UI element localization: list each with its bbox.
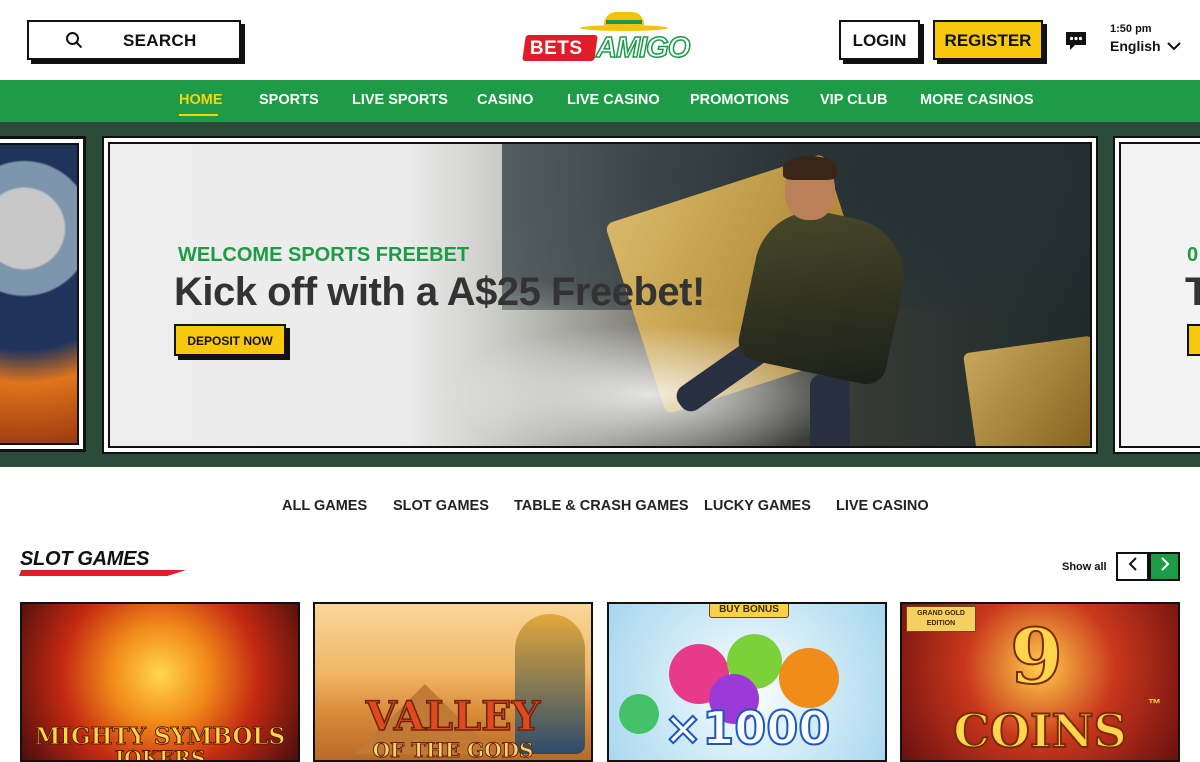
buy-bonus-badge: BUY BONUS bbox=[709, 604, 789, 618]
game-category-tabs: ALL GAMES SLOT GAMES TABLE & CRASH GAMES… bbox=[0, 467, 1200, 547]
language-label: English bbox=[1110, 38, 1161, 54]
player-hair bbox=[783, 156, 837, 180]
game-card-9-coins[interactable]: GRAND GOLD EDITION 9 ™ COINS bbox=[900, 602, 1180, 762]
carousel-next-button[interactable] bbox=[1149, 552, 1180, 581]
previous-slide[interactable] bbox=[0, 136, 86, 452]
nav-more-casinos[interactable]: MORE CASINOS bbox=[920, 92, 1034, 108]
game-subtitle: OF THE GODS bbox=[372, 738, 534, 762]
player-leg bbox=[810, 374, 850, 446]
register-button[interactable]: REGISTER bbox=[933, 20, 1043, 60]
game-card-x1000[interactable]: BUY BONUS ×1000 bbox=[607, 602, 887, 762]
game-number: 9 bbox=[1009, 611, 1064, 702]
candy-gem bbox=[779, 648, 839, 708]
game-title: VALLEY bbox=[365, 692, 541, 741]
game-subtitle: JOKERS bbox=[114, 746, 206, 762]
grand-gold-badge: GRAND GOLD EDITION bbox=[906, 606, 976, 632]
nav-live-casino[interactable]: LIVE CASINO bbox=[567, 92, 660, 108]
chat-icon[interactable] bbox=[1065, 30, 1087, 52]
search-button[interactable]: SEARCH bbox=[27, 20, 241, 60]
register-label: REGISTER bbox=[944, 31, 1032, 50]
deposit-now-button[interactable]: DEPOSIT NOW bbox=[174, 324, 286, 356]
game-title: ×1000 bbox=[663, 700, 832, 756]
logo-amigo-text: AMIGO bbox=[595, 31, 691, 65]
chevron-right-icon bbox=[1160, 557, 1170, 576]
nav-casino[interactable]: CASINO bbox=[477, 92, 533, 108]
language-selector[interactable]: English bbox=[1110, 38, 1181, 54]
section-title: SLOT GAMES bbox=[20, 548, 150, 570]
nav-active-underline bbox=[179, 114, 218, 116]
logo-bets-box: BETS bbox=[522, 35, 598, 61]
tab-live-casino[interactable]: LIVE CASINO bbox=[836, 498, 929, 514]
previous-slide-image bbox=[0, 143, 79, 445]
next-slide-banner: 0 T bbox=[1119, 142, 1200, 448]
hero-title: Kick off with a A$25 Freebet! bbox=[174, 270, 705, 314]
nav-vip-club[interactable]: VIP CLUB bbox=[820, 92, 887, 108]
golden-ticket-small-image bbox=[962, 335, 1090, 446]
nav-live-sports[interactable]: LIVE SPORTS bbox=[352, 92, 448, 108]
hero-carousel: WELCOME SPORTS FREEBET Kick off with a A… bbox=[0, 122, 1200, 467]
carousel-prev-button[interactable] bbox=[1116, 552, 1149, 581]
nav-sports[interactable]: SPORTS bbox=[259, 92, 319, 108]
deposit-now-label: DEPOSIT NOW bbox=[187, 334, 273, 348]
login-label: LOGIN bbox=[852, 31, 907, 50]
game-card-mighty-symbols[interactable]: MIGHTY SYMBOLS JOKERS bbox=[20, 602, 300, 762]
chevron-left-icon bbox=[1128, 557, 1138, 576]
hero-subtitle: WELCOME SPORTS FREEBET bbox=[178, 244, 470, 266]
grand-gold-label: GRAND GOLD EDITION bbox=[917, 610, 965, 627]
hero-banner: WELCOME SPORTS FREEBET Kick off with a A… bbox=[108, 142, 1092, 448]
nav-promotions[interactable]: PROMOTIONS bbox=[690, 92, 789, 108]
sombrero-band bbox=[606, 20, 642, 24]
buy-bonus-label: BUY BONUS bbox=[719, 604, 779, 615]
tab-lucky-games[interactable]: LUCKY GAMES bbox=[704, 498, 811, 514]
site-header: SEARCH BETS AMIGO LOGIN REGISTER 1:50 pm… bbox=[0, 0, 1200, 80]
tab-all-games[interactable]: ALL GAMES bbox=[282, 498, 367, 514]
game-card-valley-of-the-gods[interactable]: VALLEY OF THE GODS bbox=[313, 602, 593, 762]
logo-bets-text: BETS bbox=[529, 38, 583, 59]
chevron-down-icon bbox=[1166, 38, 1181, 54]
next-slide[interactable]: 0 T bbox=[1113, 136, 1200, 454]
tab-table-crash-games[interactable]: TABLE & CRASH GAMES bbox=[514, 498, 689, 514]
next-slide-title: T bbox=[1185, 270, 1200, 315]
sombrero-brim bbox=[580, 25, 668, 31]
login-button[interactable]: LOGIN bbox=[839, 20, 920, 60]
next-slide-button bbox=[1187, 324, 1200, 356]
search-icon bbox=[65, 31, 83, 54]
show-all-link[interactable]: Show all bbox=[1062, 561, 1107, 573]
nav-home[interactable]: HOME bbox=[179, 92, 223, 108]
section-title-underline bbox=[19, 570, 186, 576]
tab-slot-games[interactable]: SLOT GAMES bbox=[393, 498, 489, 514]
search-label: SEARCH bbox=[123, 31, 197, 50]
main-nav: HOME SPORTS LIVE SPORTS CASINO LIVE CASI… bbox=[0, 80, 1200, 122]
betsamigo-logo[interactable]: BETS AMIGO bbox=[522, 8, 692, 65]
current-slide[interactable]: WELCOME SPORTS FREEBET Kick off with a A… bbox=[102, 136, 1098, 454]
clock-time: 1:50 pm bbox=[1110, 23, 1152, 35]
next-slide-subtitle: 0 bbox=[1187, 244, 1199, 266]
